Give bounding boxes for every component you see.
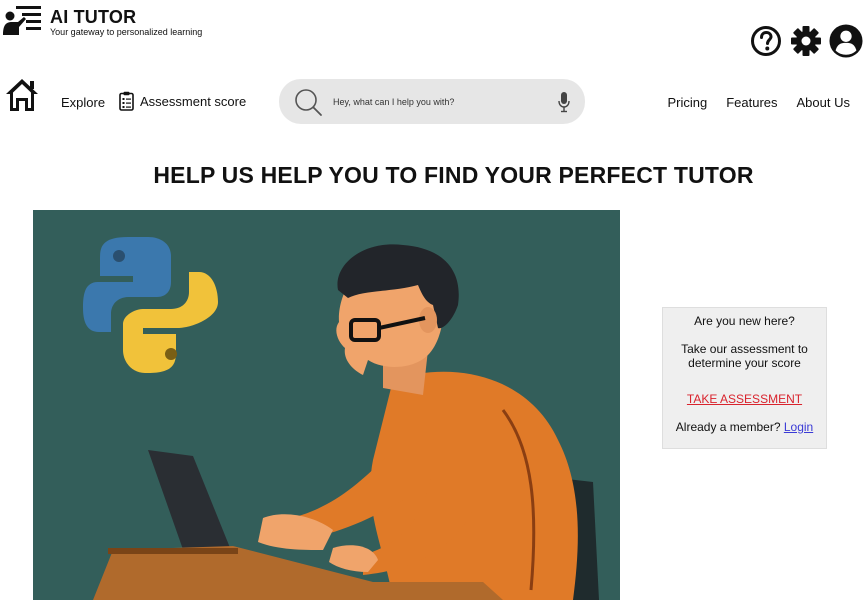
assessment-card: Are you new here? Take our assessment to… (662, 307, 827, 449)
search-input[interactable] (333, 96, 543, 107)
nav-pricing[interactable]: Pricing (667, 95, 707, 110)
page-headline: HELP US HELP YOU TO FIND YOUR PERFECT TU… (153, 162, 754, 188)
hero-illustration (33, 210, 620, 600)
account-icon[interactable] (829, 24, 863, 58)
right-nav: Pricing Features About Us (667, 95, 850, 110)
nav-assessment-score[interactable]: Assessment score (119, 91, 246, 111)
help-icon[interactable] (749, 24, 783, 58)
member-prompt-row: Already a member? Login (663, 420, 826, 434)
take-assessment-link[interactable]: TAKE ASSESSMENT (687, 392, 802, 406)
member-prompt: Already a member? (675, 420, 781, 434)
nav-about-us[interactable]: About Us (797, 95, 850, 110)
card-description: Take our assessment to determine your sc… (681, 342, 808, 370)
top-toolbar (749, 24, 863, 58)
home-icon[interactable] (4, 78, 40, 112)
microphone-icon[interactable] (557, 91, 571, 113)
card-question: Are you new here? (694, 314, 795, 328)
nav-features[interactable]: Features (726, 95, 777, 110)
search-bar[interactable] (279, 79, 585, 124)
tutor-logo-icon (3, 6, 41, 35)
settings-icon[interactable] (789, 24, 823, 58)
clipboard-icon (119, 91, 134, 111)
login-link[interactable]: Login (784, 420, 813, 434)
brand-title: AI TUTOR (50, 7, 137, 27)
brand-tagline: Your gateway to personalized learning (50, 27, 203, 37)
logo[interactable]: AI TUTOR Your gateway to personalized le… (2, 2, 202, 38)
search-icon[interactable] (293, 87, 323, 117)
nav-assessment-label: Assessment score (140, 93, 247, 109)
nav-explore[interactable]: Explore (61, 95, 105, 110)
